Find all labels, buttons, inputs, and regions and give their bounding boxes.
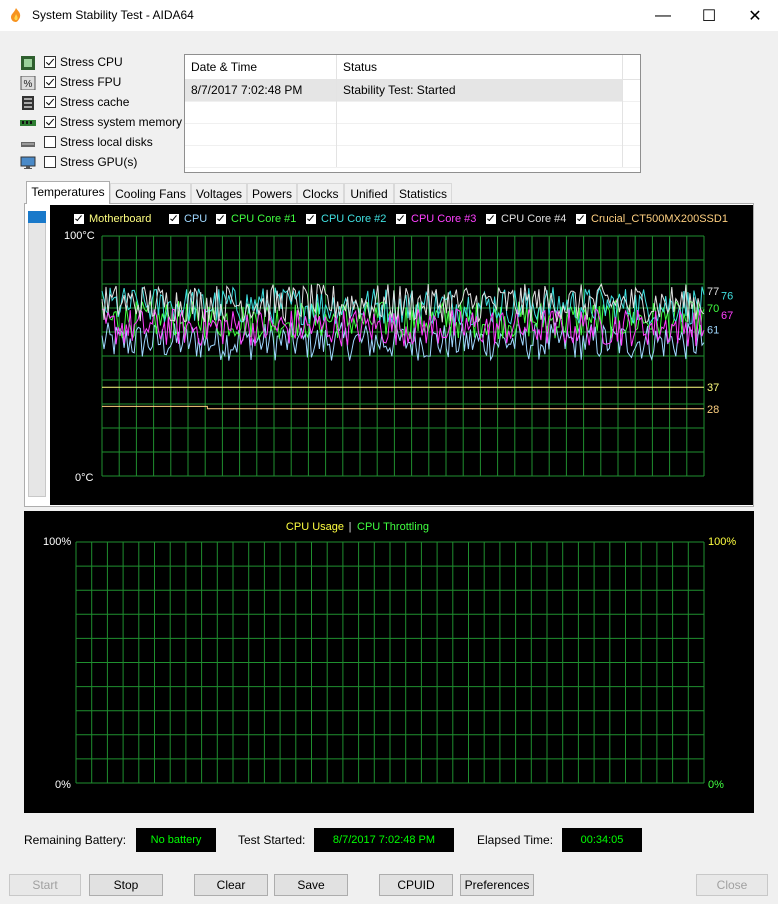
fpu-icon: % — [20, 76, 36, 90]
current-value-label: 76 — [721, 291, 733, 303]
current-value-label: 61 — [707, 325, 719, 337]
tab-clocks[interactable]: Clocks — [297, 183, 344, 203]
current-value-label: 37 — [707, 382, 719, 394]
title-bar: System Stability Test - AIDA64 — ☐ ✕ — [0, 0, 778, 31]
tab-statistics[interactable]: Statistics — [394, 183, 452, 203]
table-header: Date & Time Status — [185, 55, 640, 80]
save-button[interactable]: Save — [274, 874, 348, 896]
clear-button[interactable]: Clear — [194, 874, 268, 896]
maximize-icon: ☐ — [701, 7, 717, 25]
temperature-chart: Motherboard CPU CPU Core #1 CPU Core #2 … — [50, 205, 753, 505]
sensor-scrollbar[interactable] — [28, 211, 46, 497]
memory-module-icon — [20, 120, 36, 126]
test-started-value: 8/7/2017 7:02:48 PM — [314, 828, 454, 852]
temperature-grid — [101, 235, 705, 477]
y-axis-bottom-label: 0°C — [75, 472, 94, 484]
battery-value: No battery — [136, 828, 216, 852]
cpu-chip-icon — [21, 56, 35, 70]
stress-cache-checkbox[interactable] — [44, 96, 56, 108]
stress-disks-checkbox[interactable] — [44, 136, 56, 148]
close-window-button[interactable]: ✕ — [732, 0, 778, 31]
sensor-scrollbar-thumb[interactable] — [28, 211, 46, 223]
current-value-labels: 77 76706761 37 28 — [707, 286, 733, 416]
row-date-time: 8/7/2017 7:02:48 PM — [185, 79, 337, 101]
close-icon: ✕ — [748, 7, 762, 25]
stress-cpu-label: Stress CPU — [60, 55, 123, 69]
current-value-label: 77 — [707, 286, 719, 298]
cpu-usage-title: CPU Usage — [286, 521, 344, 533]
maximize-button[interactable]: ☐ — [686, 0, 732, 31]
tab-unified[interactable]: Unified — [344, 183, 394, 203]
current-value-label: 28 — [707, 404, 719, 416]
monitor-icon — [20, 156, 36, 169]
tab-cooling-fans[interactable]: Cooling Fans — [110, 183, 191, 203]
flame-icon — [11, 8, 21, 22]
preferences-button[interactable]: Preferences — [460, 874, 534, 896]
close-button[interactable]: Close — [696, 874, 768, 896]
stress-cache-label: Stress cache — [60, 95, 130, 109]
stress-cpu-checkbox[interactable] — [44, 56, 56, 68]
disk-drive-icon — [21, 142, 35, 147]
minimize-button[interactable]: — — [640, 0, 686, 31]
test-started-label: Test Started: — [238, 833, 306, 847]
right-axis-top-label: 100% — [708, 536, 736, 548]
tab-powers[interactable]: Powers — [247, 183, 297, 203]
tab-voltages[interactable]: Voltages — [191, 183, 247, 203]
stress-disks-label: Stress local disks — [60, 135, 153, 149]
stop-button[interactable]: Stop — [89, 874, 163, 896]
stress-memory-checkbox[interactable] — [44, 116, 56, 128]
current-value-label: 67 — [721, 310, 733, 322]
cpu-throttling-title: CPU Throttling — [357, 521, 429, 533]
svg-text:%: % — [24, 79, 33, 90]
table-row[interactable]: 8/7/2017 7:02:48 PM Stability Test: Star… — [185, 79, 640, 102]
cpu-usage-grid — [75, 541, 705, 784]
stress-fpu-label: Stress FPU — [60, 75, 122, 89]
empty-row — [185, 101, 640, 124]
elapsed-time-label: Elapsed Time: — [477, 833, 554, 847]
temperature-plot: 100°C 0°C 77 76706761 37 28 — [64, 230, 733, 484]
y-axis-top-label: 100°C — [64, 230, 95, 242]
empty-row — [185, 123, 640, 146]
stress-fpu-checkbox[interactable] — [44, 76, 56, 88]
minimize-icon: — — [655, 6, 671, 24]
temperature-series — [101, 282, 705, 410]
series-line — [102, 405, 704, 410]
column-header-date-time[interactable]: Date & Time — [185, 55, 337, 79]
cpuid-button[interactable]: CPUID — [379, 874, 453, 896]
current-value-label: 70 — [707, 303, 719, 315]
column-header-status[interactable]: Status — [337, 55, 623, 79]
empty-row — [185, 145, 640, 168]
elapsed-time-value: 00:34:05 — [562, 828, 642, 852]
tab-temperatures[interactable]: Temperatures — [26, 181, 110, 204]
row-status: Stability Test: Started — [337, 79, 623, 101]
stress-memory-label: Stress system memory — [60, 115, 183, 129]
cpu-usage-chart: CPU Usage | CPU Throttling 100% 0% 100% … — [24, 511, 754, 813]
cache-icon — [22, 96, 34, 110]
stress-gpu-label: Stress GPU(s) — [60, 155, 138, 169]
window-title: System Stability Test - AIDA64 — [32, 8, 194, 22]
status-log-table[interactable]: Date & Time Status 8/7/2017 7:02:48 PM S… — [184, 54, 641, 173]
left-axis-bottom-label: 0% — [55, 779, 71, 791]
start-button[interactable]: Start — [9, 874, 81, 896]
title-separator: | — [349, 521, 352, 533]
right-axis-bottom-label: 0% — [708, 779, 724, 791]
stress-gpu-checkbox[interactable] — [44, 156, 56, 168]
left-axis-top-label: 100% — [43, 536, 71, 548]
battery-label: Remaining Battery: — [24, 833, 127, 847]
cpu-usage-plot: CPU Usage | CPU Throttling 100% 0% 100% … — [43, 521, 736, 791]
